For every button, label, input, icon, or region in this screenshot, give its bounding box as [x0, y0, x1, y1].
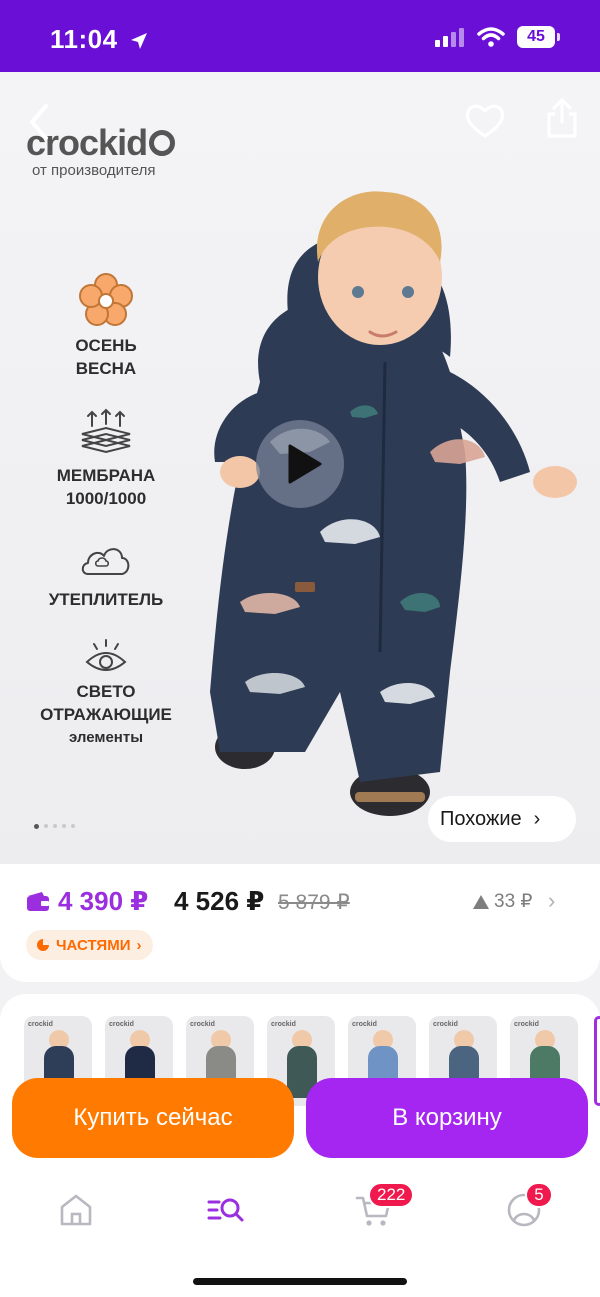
- wallet-icon: [27, 892, 49, 911]
- installments-badge[interactable]: ЧАСТЯМИ ›: [26, 930, 154, 960]
- feature-membrane-line2: 1000/1000: [65, 489, 147, 508]
- play-icon: [288, 444, 322, 484]
- pie-chart-icon: [37, 939, 49, 951]
- feature-reflective: СВЕТО ОТРАЖАЮЩИЕ элементы: [28, 638, 184, 749]
- add-to-cart-label: В корзину: [392, 1104, 502, 1131]
- thumbnail-brand-logo: crockid: [433, 1021, 458, 1028]
- pagination-dot: [34, 823, 39, 829]
- battery-icon: 45: [517, 26, 560, 48]
- feature-season-line1: ОСЕНЬ: [75, 336, 137, 355]
- location-arrow-icon: [131, 33, 148, 49]
- gallery-pagination: [34, 823, 75, 829]
- wifi-icon: [477, 27, 505, 47]
- flower-icon: [79, 273, 133, 326]
- feature-membrane-line1: МЕМБРАНА: [56, 466, 156, 485]
- brand-subtitle: от производителя: [32, 162, 156, 179]
- play-video-button[interactable]: [256, 420, 344, 508]
- feature-membrane: МЕМБРАНА 1000/1000: [28, 408, 184, 510]
- selected-variant-edge[interactable]: [594, 1016, 600, 1106]
- catalog-search-icon[interactable]: [206, 1190, 246, 1230]
- similar-products-label: Похожие: [440, 807, 522, 830]
- buy-now-button[interactable]: Купить сейчас: [12, 1078, 294, 1158]
- feature-insulation: УТЕПЛИТЕЛЬ: [28, 538, 184, 611]
- status-time-text: 11:04: [50, 24, 118, 54]
- profile-notifications-badge: 5: [525, 1182, 553, 1208]
- product-photo: [210, 191, 577, 816]
- triangle-up-icon: [473, 894, 489, 909]
- thumbnail-brand-logo: crockid: [352, 1021, 377, 1028]
- similar-products-button[interactable]: Похожие ›: [428, 796, 576, 842]
- pagination-dot: [53, 824, 57, 828]
- chevron-right-icon[interactable]: ›: [548, 888, 555, 914]
- feature-reflective-line1: СВЕТО: [76, 682, 136, 701]
- pagination-dot: [71, 824, 75, 828]
- eye-icon: [85, 639, 127, 671]
- home-indicator: [193, 1278, 407, 1285]
- feature-insulation-line1: УТЕПЛИТЕЛЬ: [48, 590, 164, 609]
- price-change[interactable]: 33 ₽: [472, 890, 533, 913]
- product-image-gallery[interactable]: crockid от производителя ОСЕНЬ ВЕСНА МЕМ…: [0, 72, 600, 864]
- price-card: 4 390 ₽ 4 526 ₽ 5 879 ₽ 33 ₽ › ЧАСТЯМИ ›: [0, 864, 600, 982]
- old-price: 5 879 ₽: [278, 891, 350, 914]
- status-bar: 11:04 45: [0, 0, 600, 72]
- cloud-icon: [81, 548, 130, 575]
- pagination-dot: [44, 824, 48, 828]
- cart-count-badge: 222: [368, 1182, 415, 1208]
- feature-season: ОСЕНЬ ВЕСНА: [28, 272, 184, 380]
- home-icon[interactable]: [56, 1190, 96, 1230]
- chevron-right-icon: ›: [136, 936, 142, 954]
- feature-season-line2: ВЕСНА: [75, 359, 137, 378]
- chevron-right-icon: ›: [533, 807, 541, 830]
- add-to-cart-button[interactable]: В корзину: [306, 1078, 588, 1158]
- thumbnail-brand-logo: crockid: [271, 1021, 296, 1028]
- card-price: 4 390 ₽: [58, 886, 149, 916]
- cellular-signal-icon: [435, 28, 464, 47]
- installments-label: ЧАСТЯМИ: [56, 936, 131, 954]
- brand-logo-mark: [149, 130, 176, 156]
- thumbnail-brand-logo: crockid: [109, 1021, 134, 1028]
- thumbnail-brand-logo: crockid: [28, 1021, 53, 1028]
- membrane-icon: [81, 408, 131, 454]
- status-time: 11:04: [50, 24, 149, 55]
- thumbnail-brand-logo: crockid: [514, 1021, 539, 1028]
- feature-reflective-sub: элементы: [68, 729, 144, 746]
- pagination-dot: [62, 824, 66, 828]
- current-price: 4 526 ₽: [174, 886, 265, 916]
- status-indicators: 45: [435, 26, 560, 48]
- feature-reflective-line2: ОТРАЖАЮЩИЕ: [40, 705, 172, 724]
- battery-level: 45: [517, 26, 555, 48]
- back-arrow-icon[interactable]: [22, 100, 58, 144]
- price-change-value: 33 ₽: [494, 891, 533, 912]
- thumbnail-brand-logo: crockid: [190, 1021, 215, 1028]
- buy-now-label: Купить сейчас: [73, 1104, 233, 1131]
